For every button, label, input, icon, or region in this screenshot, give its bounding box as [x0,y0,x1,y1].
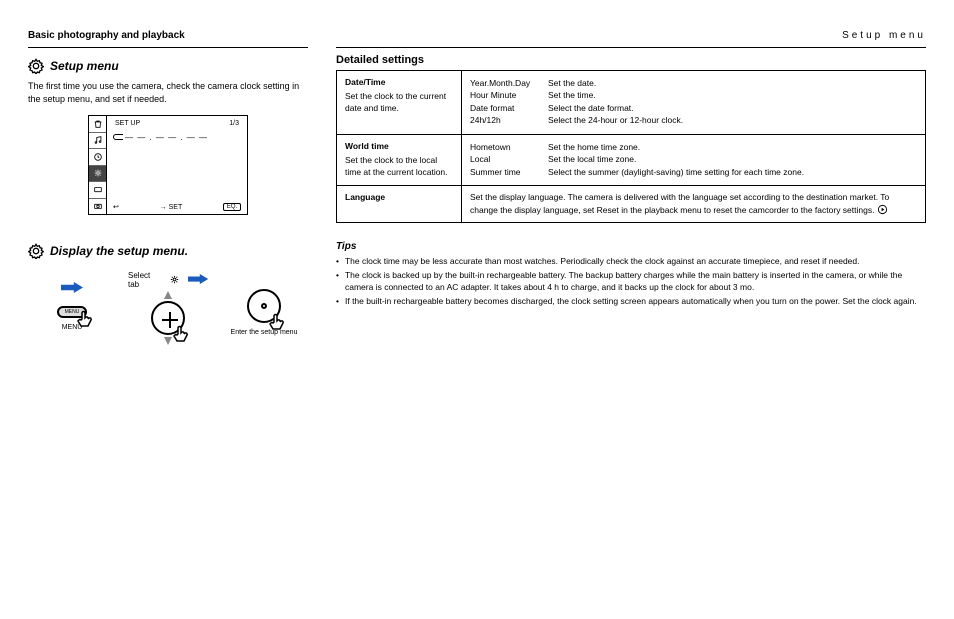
setting-desc: Set the display language. The camera is … [470,192,889,214]
bullet-icon: • [336,256,339,268]
opt-text: Set the local time zone. [548,154,636,165]
arrow-right-icon [188,274,208,286]
lcd-tab-music [89,133,106,150]
dpad-center-icon [247,289,281,323]
lcd-tab-delete [89,116,106,133]
table-row: World time Set the clock to the local ti… [337,134,926,185]
opt-text: Set the date. [548,78,596,89]
tip-text: The clock is backed up by the built-in r… [345,270,926,294]
hand-press-icon [169,323,193,347]
lcd-bottom-set: → SET [160,204,183,211]
category-right: Setup menu [842,30,926,41]
lcd-dashes: — — . — — . — — [125,133,208,142]
dpad-updown-icon [151,301,185,335]
lcd-main: SET UP 1/3 — — . — — . — — ↩ → SET EQ. [107,116,247,214]
section1-intro: The first time you use the camera, check… [28,80,308,105]
opt-name: Date format [470,103,542,114]
opt-name: 24h/12h [470,115,542,126]
opt-name: Summer time [470,167,542,178]
lcd-cursor [113,134,123,140]
lcd-tab-display [89,182,106,199]
bullet-icon: • [336,296,339,308]
setting-name: World time [345,141,453,152]
right-heading: Detailed settings [336,54,926,66]
table-row: Date/Time Set the clock to the current d… [337,71,926,135]
playback-icon [877,204,888,215]
header-rule-right [336,47,926,48]
arrow-right-icon [61,282,83,294]
tip-text: The clock time may be less accurate than… [345,256,860,268]
section2-title: Display the setup menu. [50,244,188,258]
opt-name: Local [470,154,542,165]
lcd-sidebar [89,116,107,214]
opt-text: Select the date format. [548,103,634,114]
opt-text: Select the 24-hour or 12-hour clock. [548,115,683,126]
step2-select-label: Select tab [128,271,161,289]
header-rule-left [28,47,308,48]
gear-icon [28,243,44,259]
tips-list: • The clock time may be less accurate tha… [336,256,926,308]
step-diagram: MENU MENU Select tab [28,271,308,341]
setting-name: Date/Time [345,77,453,88]
opt-name: Hour Minute [470,90,542,101]
lcd-header-right: 1/3 [229,120,239,127]
category-left: Basic photography and playback [28,30,185,41]
tip-text: If the built-in rechargeable battery bec… [345,296,917,308]
hand-press-icon [265,311,289,335]
lcd-tab-camera [89,199,106,215]
setting-name: Language [345,192,453,203]
bullet-icon: • [336,270,339,294]
lcd-eq-badge: EQ. [223,203,241,211]
tips-title: Tips [336,241,926,252]
lcd-panel: SET UP 1/3 — — . — — . — — ↩ → SET EQ. [88,115,248,215]
section1-title: Setup menu [50,59,119,73]
opt-text: Set the time. [548,90,596,101]
opt-text: Select the summer (daylight-saving) time… [548,167,804,178]
lcd-return-icon: ↩ [113,203,119,211]
opt-name: Hometown [470,142,542,153]
opt-text: Set the home time zone. [548,142,640,153]
gear-icon-small [169,274,180,286]
table-row: Language Set the display language. The c… [337,186,926,223]
lcd-tab-clock [89,149,106,166]
hand-press-icon [73,308,97,332]
setting-desc: Set the clock to the current date and ti… [345,91,453,114]
gear-icon [28,58,44,74]
lcd-header-left: SET UP [115,120,140,127]
setting-desc: Set the clock to the local time at the c… [345,155,453,178]
lcd-tab-setup [89,166,106,183]
opt-name: Year.Month.Day [470,78,542,89]
settings-table: Date/Time Set the clock to the current d… [336,70,926,223]
